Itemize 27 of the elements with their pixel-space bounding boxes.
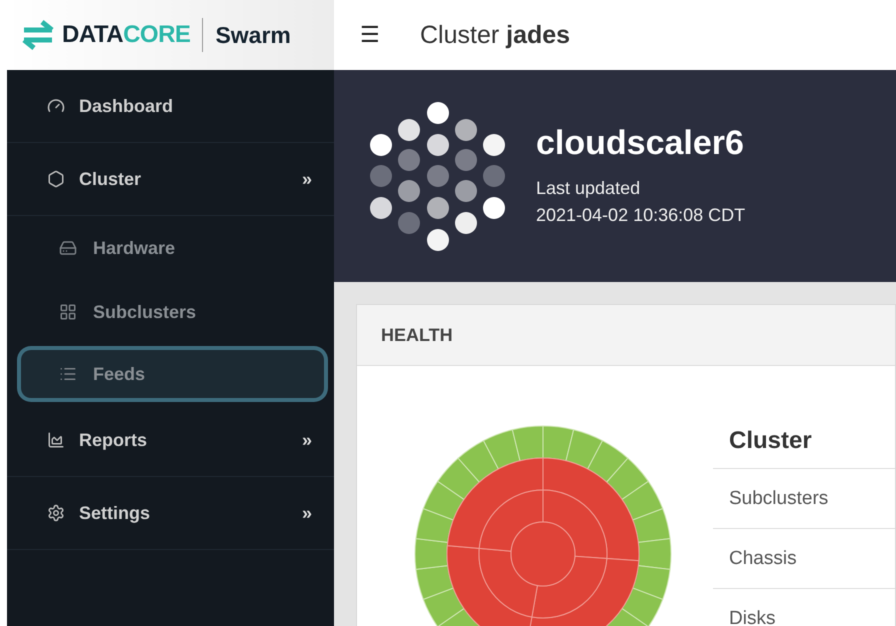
card-title: HEALTH <box>381 324 453 346</box>
hexagon-icon <box>47 170 65 188</box>
gauge-icon <box>47 97 65 115</box>
sidebar-item[interactable]: Settings » <box>7 477 334 550</box>
drive-icon <box>59 239 77 257</box>
table-cell: Disks <box>713 589 895 626</box>
list-icon <box>59 365 77 383</box>
menu-button[interactable]: ☰ <box>360 22 380 48</box>
dots-logo-icon <box>370 101 506 251</box>
arrows-logo-icon <box>20 19 56 51</box>
brand-text: DATA <box>62 21 124 49</box>
sidebar-subitem[interactable]: Hardware <box>7 216 334 280</box>
sidebar-item[interactable]: Reports » <box>7 404 334 477</box>
sidebar-subitem[interactable]: Subclusters <box>7 280 334 344</box>
page-title: Cluster jades <box>420 20 570 50</box>
gear-icon <box>47 504 65 522</box>
area-chart-icon <box>47 431 65 449</box>
cluster-name: cloudscaler6 <box>536 124 745 162</box>
updated-label: Last updated <box>536 176 642 200</box>
sidebar-subitem[interactable]: Feeds <box>21 350 324 398</box>
table-cell: Subclusters <box>713 469 895 529</box>
grid-icon <box>59 303 77 321</box>
product-name: Swarm <box>215 22 291 48</box>
updated-time: 2021-04-02 10:36:08 CDT <box>536 204 746 226</box>
table-cell: Chassis <box>713 529 895 589</box>
brand-text: CORE <box>123 21 190 49</box>
table-heading: Cluster <box>713 414 895 469</box>
